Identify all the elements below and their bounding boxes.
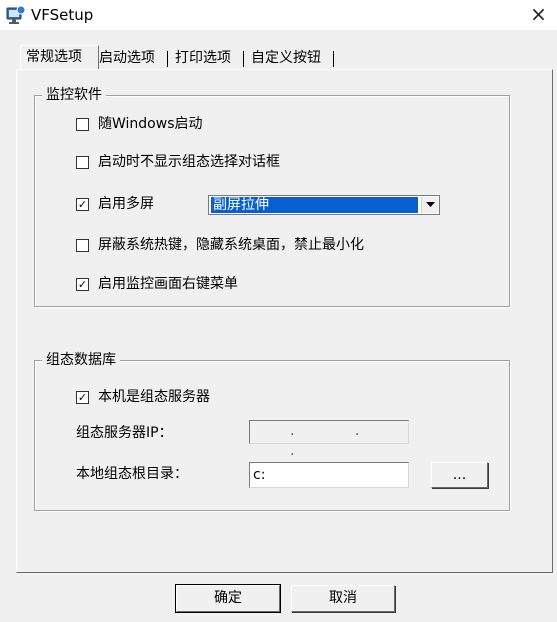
checkmark-icon: ✓ [77,278,88,291]
context-menu-label: 启用监控画面右键菜单 [98,276,238,292]
cancel-button-label: 取消 [329,590,357,606]
checkmark-icon: ✓ [77,198,88,211]
multi-screen-mode-value: 副屏拉伸 [211,197,418,213]
db-group-title: 组态数据库 [42,352,120,368]
shield-hotkeys-checkbox[interactable] [76,239,89,252]
browse-button[interactable]: ... [431,462,488,488]
context-menu-checkbox[interactable]: ✓ [76,278,89,291]
root-dir-field[interactable]: c: [249,462,409,488]
cancel-button[interactable]: 取消 [291,585,395,612]
shield-hotkeys-label: 屏蔽系统热键，隐藏系统桌面，禁止最小化 [98,237,364,253]
tab-general[interactable]: 常规选项 [20,45,99,69]
tab-label: 启动选项 [99,50,155,66]
multi-screen-label: 启用多屏 [98,196,154,212]
title-bar: VFSetup × [0,0,557,30]
multi-screen-checkbox[interactable]: ✓ [76,198,89,211]
server-ip-field[interactable]: . . . [249,420,409,459]
close-button[interactable]: × [520,0,557,30]
chevron-down-icon [426,202,435,207]
ok-button[interactable]: 确定 [175,584,281,613]
tab-startup[interactable]: 启动选项 [99,47,155,70]
is-server-checkbox[interactable]: ✓ [76,391,89,404]
hide-config-dialog-label: 启动时不显示组态选择对话框 [98,154,280,170]
multi-screen-mode-select[interactable]: 副屏拉伸 [208,195,440,215]
window-title: VFSetup [31,6,94,24]
tab-label: 自定义按钮 [251,50,321,66]
start-with-windows-checkbox[interactable] [76,118,89,131]
monitor-group-title: 监控软件 [42,87,106,103]
hide-config-dialog-checkbox[interactable] [76,156,89,169]
tab-print[interactable]: 打印选项 [175,47,231,70]
root-dir-label: 本地组态根目录： [76,466,188,482]
tab-custom-buttons[interactable]: 自定义按钮 [251,47,321,70]
close-icon: × [530,2,547,26]
tab-divider [167,51,168,67]
tab-label: 常规选项 [26,49,82,65]
tab-label: 打印选项 [175,50,231,66]
ok-button-label: 确定 [214,590,242,606]
checkmark-icon: ✓ [77,391,88,404]
dropdown-button[interactable] [421,197,438,213]
server-ip-label: 组态服务器IP： [76,425,173,441]
browse-button-label: ... [452,467,467,483]
tab-divider [243,51,244,67]
app-monitor-icon [6,5,26,25]
start-with-windows-label: 随Windows启动 [98,116,203,132]
tab-divider [333,51,334,67]
is-server-label: 本机是组态服务器 [98,389,210,405]
